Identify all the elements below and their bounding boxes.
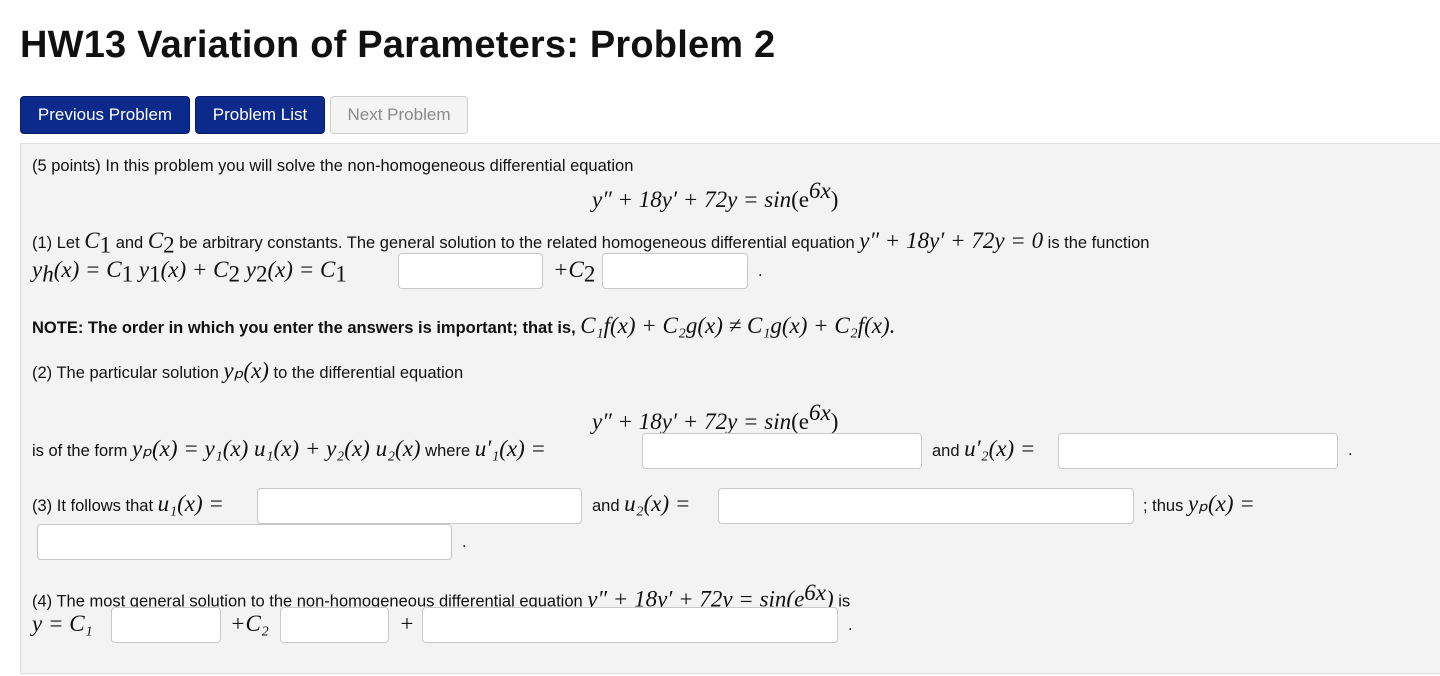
u2-input[interactable]: [718, 488, 1134, 524]
plus-c2-label: +C2: [553, 257, 596, 287]
problem-list-button[interactable]: Problem List: [195, 96, 325, 134]
part3-text: (3) It follows that u₁(x) =: [32, 491, 224, 516]
page-title: HW13 Variation of Parameters: Problem 2: [20, 24, 776, 66]
general-solution-label: y = C₁: [32, 611, 93, 636]
particular-form: is of the form yₚ(x) = y₁(x) u₁(x) + y₂(…: [32, 436, 547, 461]
order-note: NOTE: The order in which you enter the a…: [32, 313, 896, 338]
general-plus: +: [399, 611, 415, 636]
homogeneous-equation: y″ + 18y′ + 72y = 0: [859, 228, 1044, 253]
part4-period: .: [848, 616, 853, 634]
u2-prime-label: and u′₂(x) =: [932, 436, 1036, 461]
general-plus-c2: +C₂: [230, 611, 269, 636]
ode-display-2: y″ + 18y′ + 72y = sin(e6x): [592, 400, 839, 434]
previous-problem-button[interactable]: Previous Problem: [20, 96, 190, 134]
u2-prime-input[interactable]: [1058, 433, 1338, 469]
y1-answer-input[interactable]: [398, 253, 543, 289]
part2-period: .: [1348, 441, 1353, 459]
u2-label: and u₂(x) =: [592, 491, 691, 516]
ode-exp: 6x: [809, 178, 831, 203]
u1-input[interactable]: [257, 488, 582, 524]
y2-answer-input[interactable]: [602, 253, 748, 289]
part3-period: .: [462, 533, 467, 551]
part1-text: (1) Let C1 and C2 be arbitrary constants…: [32, 228, 1150, 258]
yp-input[interactable]: [37, 524, 452, 560]
ode-arg: (e: [791, 187, 810, 212]
general-y2-input[interactable]: [280, 607, 389, 643]
u1-prime-input[interactable]: [642, 433, 922, 469]
next-problem-button[interactable]: Next Problem: [330, 96, 468, 134]
part2-text: (2) The particular solution yₚ(x) to the…: [32, 358, 464, 383]
ode-display: y″ + 18y′ + 72y = sin(e6x): [592, 178, 838, 214]
part1-period: .: [758, 262, 763, 280]
general-y1-input[interactable]: [111, 607, 221, 643]
ode-close: ): [830, 187, 839, 212]
problem-intro: (5 points) In this problem you will solv…: [32, 157, 634, 175]
yh-expression: yh(x) = C1 y1(x) + C2 y2(x) = C1: [32, 257, 347, 287]
yp-label: ; thus yₚ(x) =: [1143, 491, 1255, 516]
general-yp-input[interactable]: [422, 607, 838, 643]
ode-lhs: y″ + 18y′ + 72y = sin: [592, 187, 792, 212]
